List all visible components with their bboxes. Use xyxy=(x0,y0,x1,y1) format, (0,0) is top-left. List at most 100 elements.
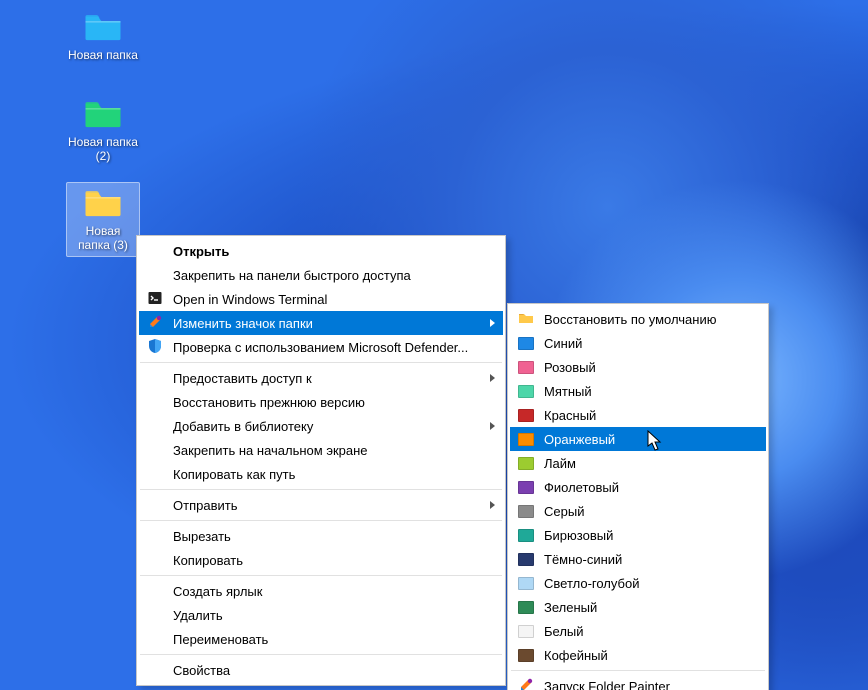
submenu-item[interactable]: Фиолетовый xyxy=(510,475,766,499)
submenu-item-label: Фиолетовый xyxy=(544,480,619,495)
menu-item[interactable]: Переименовать xyxy=(139,627,503,651)
submenu-item-label: Серый xyxy=(544,504,584,519)
submenu-item[interactable]: Тёмно-синий xyxy=(510,547,766,571)
submenu-item-label: Восстановить по умолчанию xyxy=(544,312,716,327)
color-swatch xyxy=(518,481,534,494)
color-swatch xyxy=(518,601,534,614)
menu-item[interactable]: Копировать как путь xyxy=(139,462,503,486)
color-swatch xyxy=(518,409,534,422)
menu-item[interactable]: Копировать xyxy=(139,548,503,572)
menu-item-label: Вырезать xyxy=(173,529,231,544)
menu-item-label: Проверка с использованием Microsoft Defe… xyxy=(173,340,468,355)
menu-item-label: Удалить xyxy=(173,608,223,623)
menu-item-label: Копировать как путь xyxy=(173,467,295,482)
shield-icon xyxy=(147,338,163,357)
menu-separator xyxy=(140,654,502,655)
color-swatch xyxy=(518,649,534,662)
color-swatch xyxy=(518,625,534,638)
color-swatch xyxy=(518,337,534,350)
submenu-item-label: Зеленый xyxy=(544,600,597,615)
desktop-folder[interactable]: Новая папка (3) xyxy=(66,182,140,257)
submenu-item[interactable]: Мятный xyxy=(510,379,766,403)
folder-icon xyxy=(83,10,123,45)
submenu-item-label: Тёмно-синий xyxy=(544,552,622,567)
submenu-item[interactable]: Серый xyxy=(510,499,766,523)
menu-separator xyxy=(140,362,502,363)
desktop-folder[interactable]: Новая папка xyxy=(66,10,140,63)
submenu-item[interactable]: Синий xyxy=(510,331,766,355)
menu-item[interactable]: Отправить xyxy=(139,493,503,517)
submenu-item[interactable]: Оранжевый xyxy=(510,427,766,451)
desktop-folder-label: Новая папка (2) xyxy=(66,134,140,164)
submenu-item[interactable]: Красный xyxy=(510,403,766,427)
menu-item-label: Закрепить на панели быстрого доступа xyxy=(173,268,411,283)
submenu-item-label: Синий xyxy=(544,336,582,351)
submenu-item[interactable]: Бирюзовый xyxy=(510,523,766,547)
submenu-item-label: Белый xyxy=(544,624,584,639)
submenu-item-label: Кофейный xyxy=(544,648,608,663)
menu-item-label: Восстановить прежнюю версию xyxy=(173,395,365,410)
terminal-icon xyxy=(147,290,163,309)
submenu-item[interactable]: Белый xyxy=(510,619,766,643)
submenu-item-label: Бирюзовый xyxy=(544,528,613,543)
menu-separator xyxy=(511,670,765,671)
menu-item[interactable]: Свойства xyxy=(139,658,503,682)
menu-item-label: Свойства xyxy=(173,663,230,678)
menu-separator xyxy=(140,575,502,576)
color-swatch xyxy=(518,457,534,470)
menu-item-label: Отправить xyxy=(173,498,237,513)
menu-item[interactable]: Изменить значок папки xyxy=(139,311,503,335)
submenu-item[interactable]: Лайм xyxy=(510,451,766,475)
menu-item[interactable]: Open in Windows Terminal xyxy=(139,287,503,311)
menu-item[interactable]: Вырезать xyxy=(139,524,503,548)
submenu-item[interactable]: Светло-голубой xyxy=(510,571,766,595)
menu-item[interactable]: Восстановить прежнюю версию xyxy=(139,390,503,414)
color-swatch xyxy=(518,385,534,398)
menu-item[interactable]: Предоставить доступ к xyxy=(139,366,503,390)
submenu-item[interactable]: Зеленый xyxy=(510,595,766,619)
submenu-item-label: Оранжевый xyxy=(544,432,615,447)
submenu-item-label: Лайм xyxy=(544,456,576,471)
menu-item[interactable]: Закрепить на панели быстрого доступа xyxy=(139,263,503,287)
submenu-item-label: Светло-голубой xyxy=(544,576,639,591)
submenu-item-label: Красный xyxy=(544,408,596,423)
menu-separator xyxy=(140,520,502,521)
desktop-folder-label: Новая папка xyxy=(66,47,140,63)
folder-default-icon xyxy=(518,311,534,327)
paint-icon xyxy=(518,677,534,690)
menu-item[interactable]: Проверка с использованием Microsoft Defe… xyxy=(139,335,503,359)
context-menu: Открыть Закрепить на панели быстрого дос… xyxy=(136,235,506,686)
color-swatch xyxy=(518,553,534,566)
menu-item-label: Добавить в библиотеку xyxy=(173,419,313,434)
menu-item-label: Открыть xyxy=(173,244,229,259)
context-submenu: Восстановить по умолчанию Синий Розовый … xyxy=(507,303,769,690)
submenu-item[interactable]: Кофейный xyxy=(510,643,766,667)
submenu-item[interactable]: Восстановить по умолчанию xyxy=(510,307,766,331)
menu-item[interactable]: Открыть xyxy=(139,239,503,263)
menu-item-label: Переименовать xyxy=(173,632,268,647)
menu-item[interactable]: Создать ярлык xyxy=(139,579,503,603)
menu-item-label: Предоставить доступ к xyxy=(173,371,312,386)
color-swatch xyxy=(518,361,534,374)
desktop-folder[interactable]: Новая папка (2) xyxy=(66,97,140,164)
menu-item[interactable]: Удалить xyxy=(139,603,503,627)
color-swatch xyxy=(518,433,534,446)
submenu-item-label: Розовый xyxy=(544,360,596,375)
menu-item[interactable]: Добавить в библиотеку xyxy=(139,414,503,438)
menu-item[interactable]: Закрепить на начальном экране xyxy=(139,438,503,462)
desktop-folder-label: Новая папка (3) xyxy=(67,223,139,253)
folder-icon xyxy=(83,97,123,132)
color-swatch xyxy=(518,505,534,518)
submenu-item-label: Запуск Folder Painter xyxy=(544,679,670,690)
folder-icon xyxy=(83,186,123,221)
submenu-item[interactable]: Запуск Folder Painter xyxy=(510,674,766,690)
submenu-item[interactable]: Розовый xyxy=(510,355,766,379)
color-swatch xyxy=(518,577,534,590)
paint-icon xyxy=(147,314,163,333)
color-swatch xyxy=(518,529,534,542)
menu-separator xyxy=(140,489,502,490)
menu-item-label: Закрепить на начальном экране xyxy=(173,443,368,458)
menu-item-label: Open in Windows Terminal xyxy=(173,292,327,307)
menu-item-label: Копировать xyxy=(173,553,243,568)
submenu-item-label: Мятный xyxy=(544,384,592,399)
